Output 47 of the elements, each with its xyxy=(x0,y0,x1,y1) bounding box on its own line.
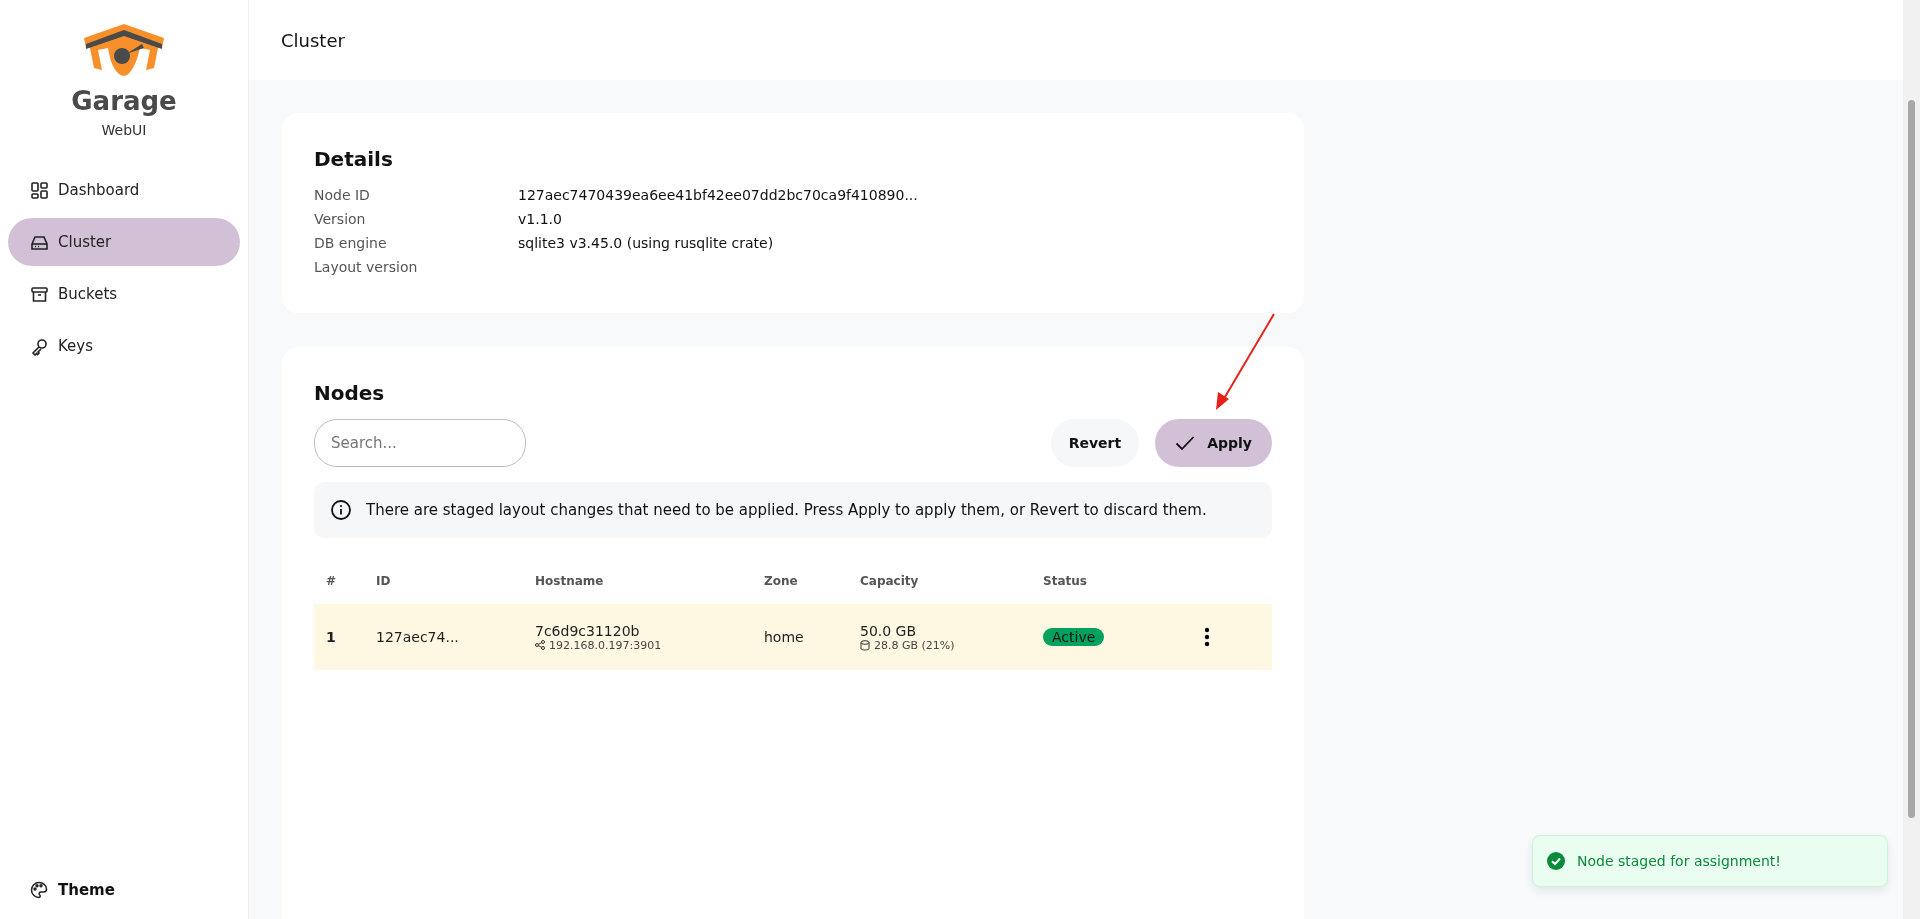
info-icon xyxy=(330,499,352,521)
apply-button[interactable]: Apply xyxy=(1155,419,1272,467)
theme-button[interactable]: Theme xyxy=(8,881,137,899)
table-cell: 1 xyxy=(326,629,336,645)
column-header: Hostname xyxy=(535,574,604,588)
table-cell: 127aec74... xyxy=(376,629,459,645)
node-address: 192.168.0.197:3901 xyxy=(549,638,662,652)
search-field[interactable]: Search... xyxy=(314,419,526,467)
table-cell: home xyxy=(764,629,804,645)
checkmark-icon xyxy=(1175,435,1196,451)
nav-item[interactable]: Dashboard xyxy=(8,166,240,214)
nav-item[interactable]: Buckets xyxy=(8,270,240,318)
toast-message: Node staged for assignment! xyxy=(1577,853,1781,869)
column-header: ID xyxy=(376,574,391,588)
disk-usage: 28.8 GB (21%) xyxy=(874,638,955,652)
section-title: Details xyxy=(314,147,394,171)
revert-button[interactable]: Revert xyxy=(1050,419,1140,467)
key-icon xyxy=(30,336,49,356)
nav-item[interactable]: Cluster xyxy=(8,218,240,266)
detail-value: v1.1.0 xyxy=(518,210,563,229)
column-header: Status xyxy=(1043,574,1087,588)
alert-message: There are staged layout changes that need to be applied. Press Apply to apply them, or Revert to discard them. xyxy=(366,501,1207,519)
detail-label: Version xyxy=(314,210,367,229)
capacity: 50.0 GB xyxy=(860,622,918,639)
section-title: Nodes xyxy=(314,381,385,405)
palette-icon xyxy=(30,881,48,899)
nav-item[interactable]: Keys xyxy=(8,322,240,370)
app-name: Garage xyxy=(71,86,177,116)
hostname: 7c6d9c31120b xyxy=(535,622,641,639)
detail-label: DB engine xyxy=(314,234,388,253)
detail-label: Layout version xyxy=(314,258,419,277)
column-header: # xyxy=(326,574,337,588)
share-nodes-icon xyxy=(535,640,545,650)
app-subtitle: WebUI xyxy=(101,122,147,138)
check-circle-icon xyxy=(1547,852,1565,870)
archive-box-icon xyxy=(30,284,49,304)
status-badge: Active xyxy=(1043,628,1105,646)
detail-value: sqlite3 v3.45.0 (using rusqlite crate) xyxy=(518,234,775,253)
dashboard-grid-icon xyxy=(30,180,49,200)
column-header: Capacity xyxy=(860,574,919,588)
page-title: Cluster xyxy=(281,29,345,51)
column-header: Zone xyxy=(764,574,798,588)
detail-label: Node ID xyxy=(314,186,371,205)
scrollbar[interactable] xyxy=(1903,0,1920,919)
database-icon xyxy=(860,639,870,651)
detail-value: 127aec7470439ea6ee41bf42ee07dd2bc70ca9f410890... xyxy=(518,186,919,205)
more-vertical-icon xyxy=(1204,627,1210,647)
